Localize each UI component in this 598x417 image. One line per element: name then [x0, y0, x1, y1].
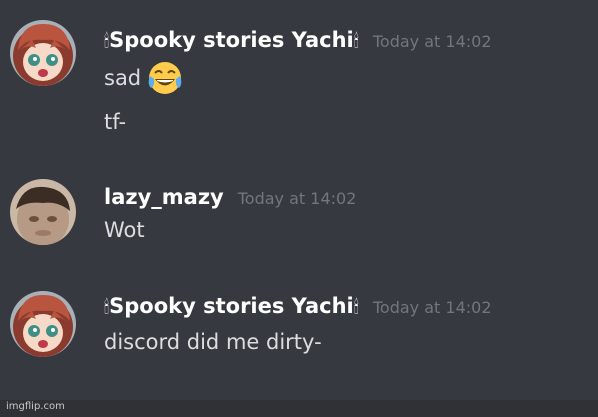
timestamp[interactable]: Today at 14:02 [373, 32, 492, 51]
chat-message-list: 🕯 Spooky stories Yachi 🕯 Today at 14:02 … [0, 0, 598, 400]
watermark: imgflip.com [6, 401, 65, 412]
message-header: 🕯 Spooky stories Yachi 🕯 Today at 14:02 [104, 294, 492, 318]
avatar[interactable] [10, 291, 76, 357]
username[interactable]: lazy_mazy [104, 185, 224, 209]
candle-glyph: 🕯 [353, 31, 359, 52]
avatar[interactable] [10, 179, 76, 245]
message-content: sad [104, 60, 183, 96]
avatar[interactable] [10, 20, 76, 86]
message-header: lazy_mazy Today at 14:02 [104, 185, 356, 209]
watermark-strip [0, 400, 598, 417]
message-text: sad [104, 66, 142, 90]
timestamp[interactable]: Today at 14:02 [238, 189, 357, 208]
anime-girl-avatar-icon [10, 20, 76, 86]
message-content: discord did me dirty- [104, 330, 322, 354]
timestamp[interactable]: Today at 14:02 [373, 298, 492, 317]
photo-avatar-icon [10, 179, 76, 245]
message-content: Wot [104, 218, 145, 242]
message-header: 🕯 Spooky stories Yachi 🕯 Today at 14:02 [104, 28, 492, 52]
anime-girl-avatar-icon [10, 291, 76, 357]
username[interactable]: Spooky stories Yachi [109, 294, 354, 318]
username[interactable]: Spooky stories Yachi [109, 28, 354, 52]
message-content: tf- [104, 110, 126, 134]
message-text: tf- [104, 110, 127, 134]
message-text: discord did me dirty- [104, 330, 322, 354]
candle-glyph: 🕯 [353, 297, 359, 318]
joy-emoji-icon[interactable] [147, 60, 183, 96]
message-text: Wot [104, 218, 145, 242]
